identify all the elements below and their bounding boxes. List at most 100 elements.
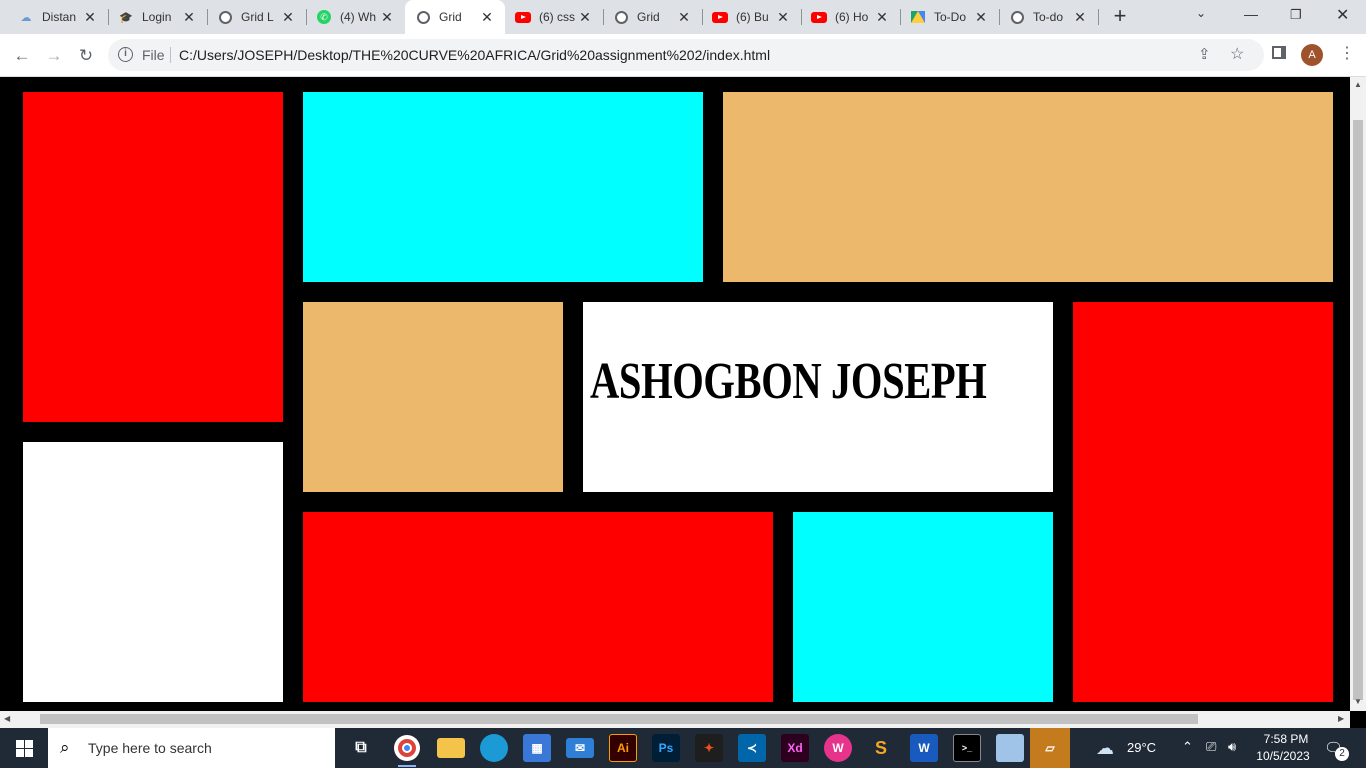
vscode-icon[interactable]: ≺	[738, 734, 766, 762]
horizontal-scrollbar[interactable]: ◀ ▶	[0, 711, 1350, 728]
browser-tab-grid-l[interactable]: Grid L ✕	[207, 0, 306, 34]
weather-temperature[interactable]: 29°C	[1127, 740, 1156, 755]
scroll-up-icon[interactable]: ▲	[1354, 80, 1362, 89]
tab-title: Grid L	[241, 10, 274, 24]
search-icon: ⌕	[60, 738, 70, 757]
tab-title: To-do	[1033, 10, 1064, 24]
taskbar-search[interactable]: ⌕ Type here to search	[48, 728, 335, 768]
file-explorer-icon[interactable]	[437, 738, 465, 758]
terminal-icon[interactable]: >_	[953, 734, 981, 762]
grid-box-red-left	[23, 92, 283, 422]
close-icon[interactable]: ✕	[577, 9, 593, 25]
globe-icon	[1009, 9, 1025, 25]
browser-tab-todo[interactable]: To-do ✕	[999, 0, 1098, 34]
tab-title: Grid	[439, 10, 462, 24]
figma-icon[interactable]: ✦	[695, 734, 723, 762]
back-icon[interactable]: ←	[8, 42, 36, 70]
volume-icon[interactable]: 🔊︎	[1228, 739, 1236, 755]
close-icon[interactable]: ✕	[82, 9, 98, 25]
reload-icon[interactable]: ↻	[72, 42, 100, 70]
tab-title: To-Do	[934, 10, 967, 24]
side-panel-icon[interactable]	[1272, 46, 1286, 59]
youtube-icon	[811, 9, 827, 25]
tab-title: (6) Ho	[835, 10, 869, 24]
browser-tab-todo-drive[interactable]: To-Do ✕	[900, 0, 999, 34]
grid-box-tan-top	[723, 92, 1333, 282]
tab-title: (4) Wh	[340, 10, 376, 24]
close-icon[interactable]: ✕	[379, 9, 395, 25]
close-icon[interactable]: ✕	[775, 9, 791, 25]
close-icon[interactable]: ✕	[973, 9, 989, 25]
browser-tab-whatsapp[interactable]: ✆ (4) Wh ✕	[306, 0, 405, 34]
close-icon[interactable]: ✕	[1072, 9, 1088, 25]
paint-icon[interactable]	[996, 734, 1024, 762]
browser-tab-youtube-bu[interactable]: (6) Bu ✕	[702, 0, 801, 34]
grid-box-name: ASHOGBON JOSEPH	[583, 302, 1053, 492]
page-content: ASHOGBON JOSEPH	[0, 77, 1350, 711]
clock-date[interactable]: 10/5/2023	[1254, 749, 1312, 763]
wps-icon[interactable]: W	[824, 734, 852, 762]
grid-box-red-bottom	[303, 512, 773, 702]
avatar[interactable]: A	[1301, 44, 1323, 66]
clock-time[interactable]: 7:58 PM	[1258, 732, 1314, 746]
tab-title: (6) css	[539, 10, 575, 24]
browser-tab-youtube-css[interactable]: (6) css ✕	[505, 0, 603, 34]
horizontal-scroll-thumb[interactable]	[40, 714, 1198, 724]
scroll-down-icon[interactable]: ▼	[1354, 697, 1362, 706]
file-scheme-label: File	[142, 47, 165, 63]
tab-title: Grid	[637, 10, 660, 24]
start-button[interactable]	[0, 728, 48, 768]
youtube-icon	[515, 9, 531, 25]
browser-tab-login[interactable]: 🎓 Login ✕	[108, 0, 207, 34]
chrome-icon[interactable]	[394, 735, 420, 761]
bookmark-star-icon[interactable]: ☆	[1230, 44, 1244, 64]
minimize-icon[interactable]: —	[1244, 6, 1258, 22]
browser-tab-distance[interactable]: ☁ Distan ✕	[8, 0, 108, 34]
scroll-left-icon[interactable]: ◀	[4, 714, 10, 723]
sublime-icon[interactable]: S	[867, 734, 895, 762]
notification-count-badge: 2	[1335, 747, 1349, 761]
close-icon[interactable]: ✕	[676, 9, 692, 25]
address-bar[interactable]: i File C:/Users/JOSEPH/Desktop/THE%20CUR…	[108, 39, 1264, 71]
word-icon[interactable]: W	[910, 734, 938, 762]
menu-kebab-icon[interactable]: ⋮	[1339, 43, 1355, 63]
close-icon[interactable]: ✕	[181, 9, 197, 25]
globe-icon	[415, 9, 431, 25]
url-text[interactable]: C:/Users/JOSEPH/Desktop/THE%20CURVE%20AF…	[179, 47, 770, 63]
store-icon[interactable]: ▦	[523, 734, 551, 762]
share-icon[interactable]: ⇪	[1198, 45, 1211, 63]
close-icon[interactable]: ✕	[874, 9, 890, 25]
vertical-scroll-thumb[interactable]	[1353, 120, 1363, 700]
restore-icon[interactable]: ❐	[1290, 7, 1302, 23]
new-tab-icon[interactable]: +	[1108, 5, 1132, 29]
weather-cloud-icon[interactable]: ☁	[1096, 738, 1114, 759]
browser-toolbar: ← → ↻ i File C:/Users/JOSEPH/Desktop/THE…	[0, 34, 1366, 77]
xd-icon[interactable]: Xd	[781, 734, 809, 762]
vertical-scrollbar[interactable]: ▲ ▼	[1350, 77, 1366, 711]
show-hidden-icons-chevron-icon[interactable]: ⌃	[1182, 739, 1193, 755]
browser-tab-grid-active[interactable]: Grid ✕	[405, 0, 505, 34]
photos-icon[interactable]: ▱	[1030, 728, 1070, 768]
forward-icon[interactable]: →	[40, 42, 68, 70]
info-icon[interactable]: i	[118, 47, 133, 62]
search-placeholder: Type here to search	[88, 740, 212, 756]
grid-box-cyan-top	[303, 92, 703, 282]
active-app-indicator	[398, 765, 416, 767]
task-view-icon[interactable]: ⧉	[347, 734, 375, 762]
google-drive-icon	[910, 9, 926, 25]
window-close-icon[interactable]: ✕	[1336, 5, 1349, 25]
grid-box-red-right	[1073, 302, 1333, 702]
scroll-right-icon[interactable]: ▶	[1338, 714, 1344, 723]
edge-icon[interactable]	[480, 734, 508, 762]
grid-box-cyan-bottom	[793, 512, 1053, 702]
graduation-cap-icon: 🎓	[119, 11, 133, 24]
meet-now-icon[interactable]: ⎚	[1206, 739, 1216, 755]
browser-tab-grid-2[interactable]: Grid ✕	[603, 0, 702, 34]
illustrator-icon[interactable]: Ai	[609, 734, 637, 762]
close-icon[interactable]: ✕	[280, 9, 296, 25]
tab-search-chevron-icon[interactable]: ⌄	[1196, 6, 1206, 20]
mail-icon[interactable]: ✉	[566, 738, 594, 758]
photoshop-icon[interactable]: Ps	[652, 734, 680, 762]
browser-tab-youtube-ho[interactable]: (6) Ho ✕	[801, 0, 900, 34]
close-icon[interactable]: ✕	[479, 9, 495, 25]
